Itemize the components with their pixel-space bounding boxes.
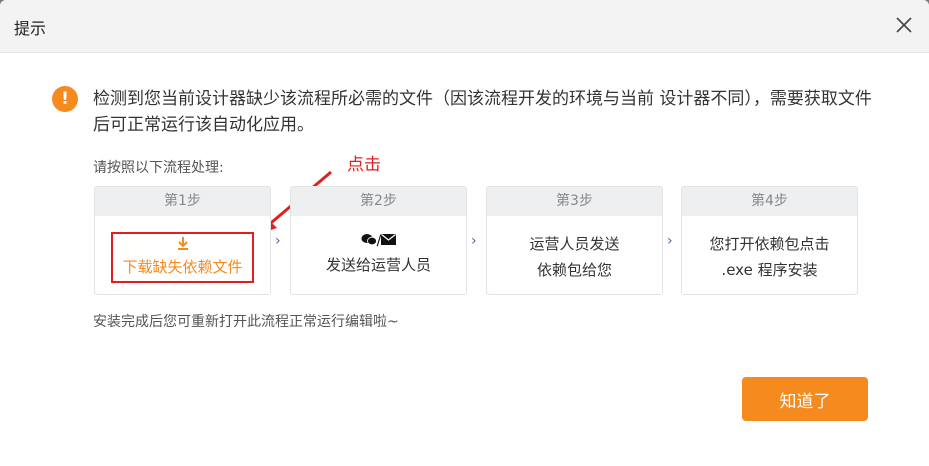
step-4-line-1: 您打开依赖包点击 bbox=[709, 235, 830, 253]
footer-note: 安装完成后您可重新打开此流程正常运行编辑啦~ bbox=[93, 314, 399, 330]
step-2-header: 第2步 bbox=[291, 187, 466, 216]
chevron-right-icon: › bbox=[471, 233, 477, 249]
step-3-line-2: 依赖包给您 bbox=[536, 261, 612, 279]
dialog-title: 提示 bbox=[14, 19, 47, 38]
ok-button[interactable]: 知道了 bbox=[742, 377, 868, 421]
step-3-header: 第3步 bbox=[487, 187, 662, 216]
step-2-card: 第2步 / 发送给运营人员 bbox=[290, 186, 467, 295]
dialog: 提示 ! 检测到您当前设计器缺少该流程所必需的文件（因该流程开发的环境与当前 设… bbox=[0, 0, 929, 466]
step-4-line-2: .exe 程序安装 bbox=[721, 261, 818, 279]
chevron-right-icon: › bbox=[275, 233, 281, 249]
download-icon bbox=[113, 234, 252, 256]
chevron-right-icon: › bbox=[667, 233, 673, 249]
click-annotation: 点击 bbox=[347, 155, 381, 175]
step-2-icons: / bbox=[291, 230, 466, 252]
step-4-body: 您打开依赖包点击 .exe 程序安装 bbox=[682, 216, 857, 283]
dialog-message: 检测到您当前设计器缺少该流程所必需的文件（因该流程开发的环境与当前 设计器不同）… bbox=[93, 89, 872, 135]
download-label: 下载缺失依赖文件 bbox=[122, 258, 243, 276]
step-3-body: 运营人员发送 依赖包给您 bbox=[487, 216, 662, 283]
step-2-label: 发送给运营人员 bbox=[325, 256, 431, 274]
download-missing-files-link[interactable]: 下载缺失依赖文件 bbox=[111, 232, 254, 283]
step-2-body: / 发送给运营人员 bbox=[291, 216, 466, 278]
step-1-header: 第1步 bbox=[95, 187, 270, 216]
step-4-card: 第4步 您打开依赖包点击 .exe 程序安装 bbox=[681, 186, 858, 295]
dialog-titlebar: 提示 bbox=[0, 0, 929, 53]
mail-icon bbox=[381, 234, 397, 245]
close-button[interactable] bbox=[891, 12, 917, 38]
step-3-line-1: 运营人员发送 bbox=[529, 235, 620, 253]
wechat-icon bbox=[361, 234, 377, 246]
instruction-text: 请按照以下流程处理: bbox=[93, 160, 224, 176]
step-3-card: 第3步 运营人员发送 依赖包给您 bbox=[486, 186, 663, 295]
warning-icon: ! bbox=[52, 86, 78, 112]
step-4-header: 第4步 bbox=[682, 187, 857, 216]
close-icon bbox=[896, 17, 912, 33]
